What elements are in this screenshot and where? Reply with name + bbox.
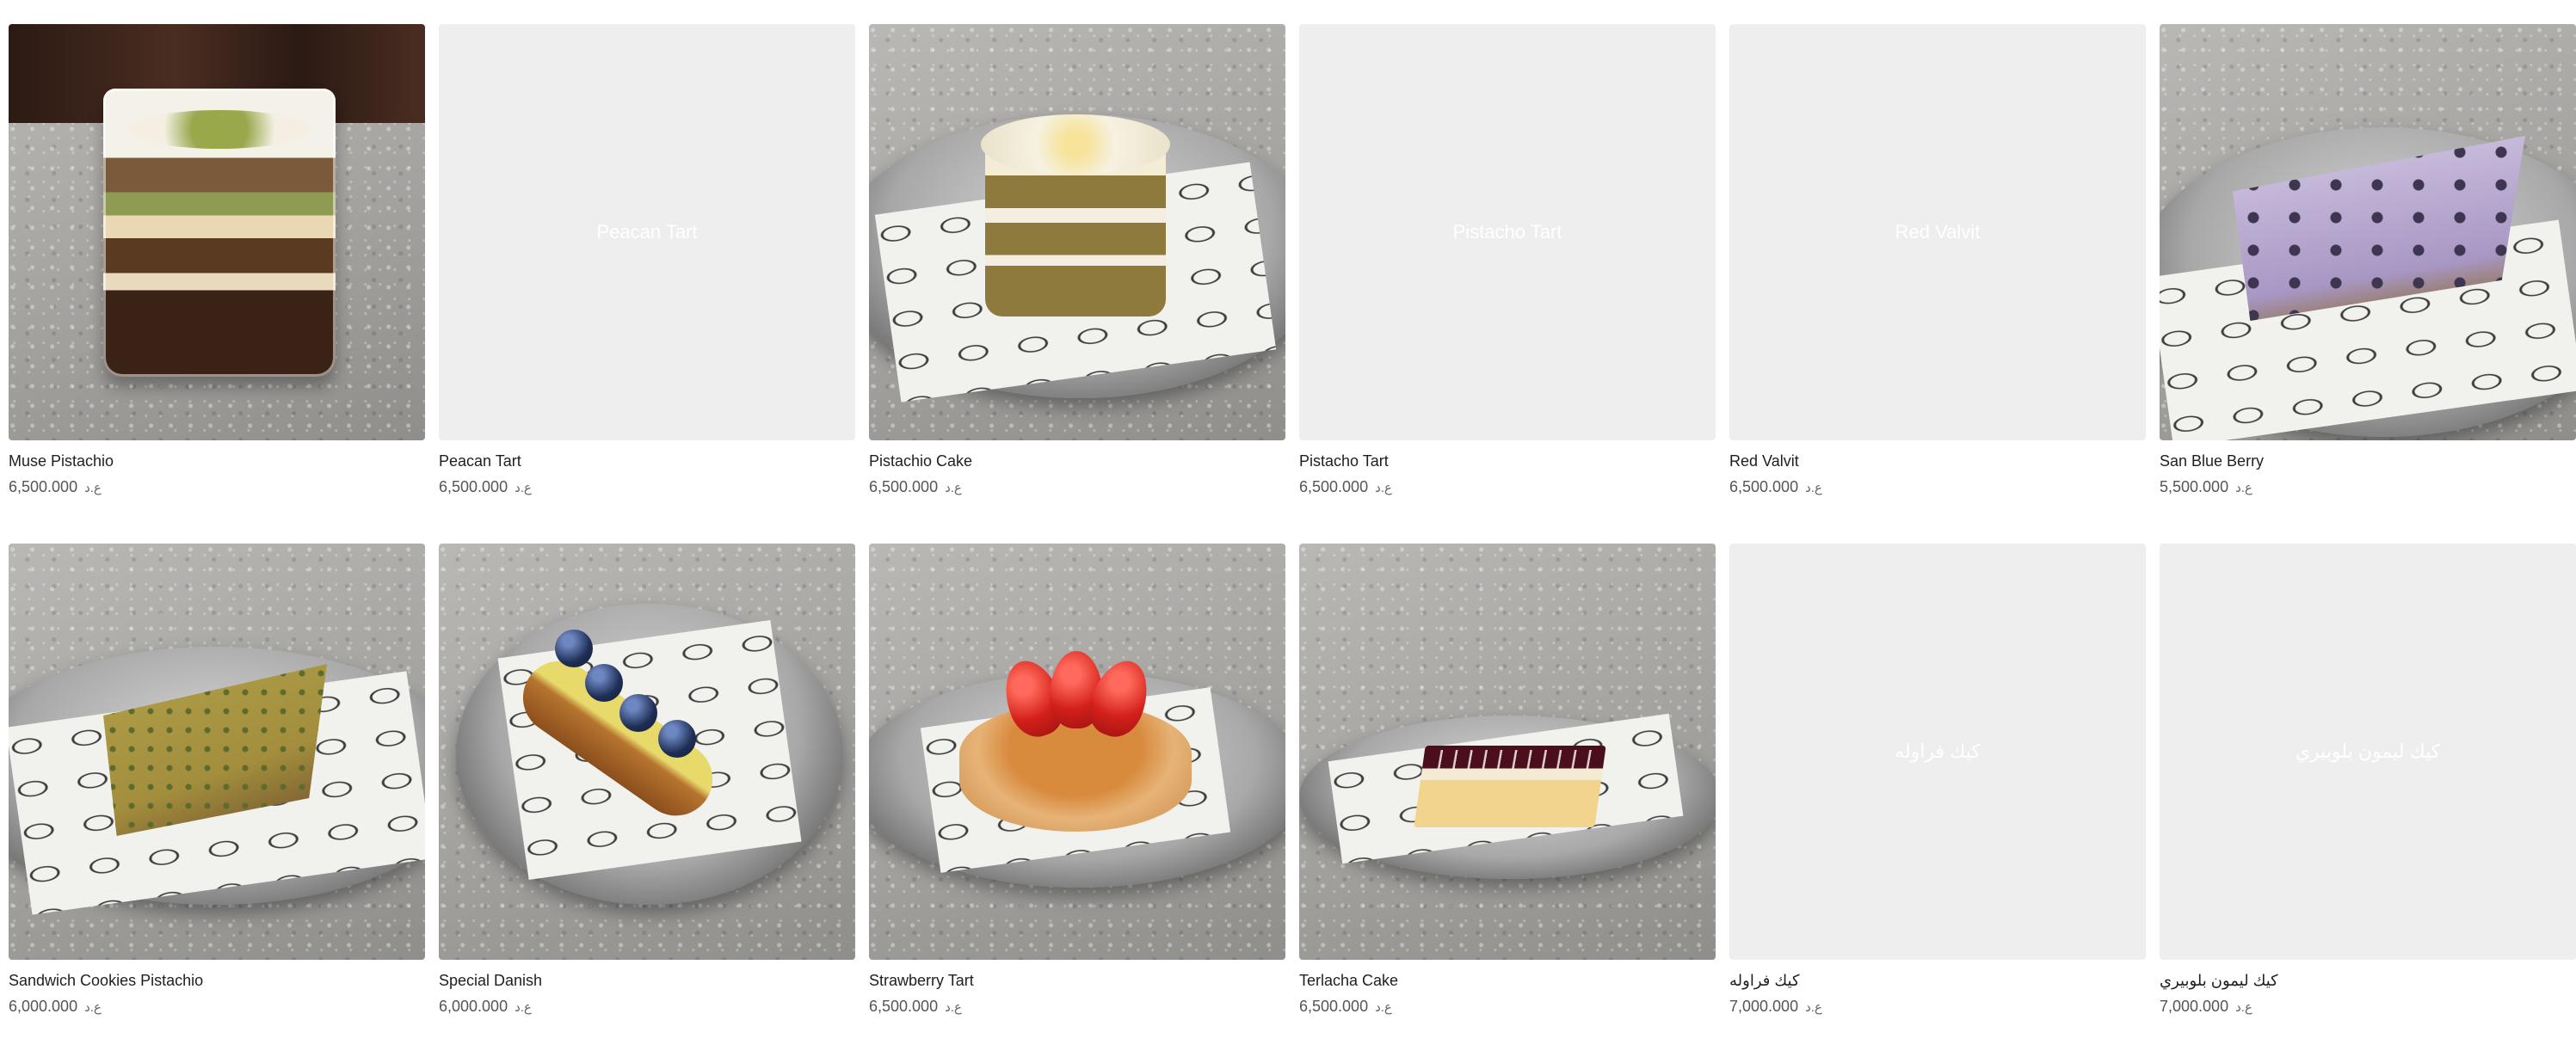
product-card-peacan-tart[interactable]: Peacan Tart Peacan Tart 6,500.000 ع.د <box>439 24 855 544</box>
product-card-lemon-blueberry-cake[interactable]: كيك ليمون بلوبيري كيك ليمون بلوبيري 7,00… <box>2160 544 2576 1063</box>
product-price: 6,500.000 ع.د <box>9 478 102 495</box>
product-name[interactable]: Peacan Tart <box>439 451 855 471</box>
product-name[interactable]: Special Danish <box>439 970 855 991</box>
currency-label: ع.د <box>515 1000 532 1015</box>
product-card-sandwich-cookies-pistachio[interactable]: Sandwich Cookies Pistachio 6,000.000 ع.د <box>9 544 425 1063</box>
placeholder-label: كيك فراوله <box>1895 740 1981 762</box>
product-price: 6,500.000 ع.د <box>1299 478 1392 495</box>
product-card-san-blue-berry[interactable]: San Blue Berry 5,500.000 ع.د <box>2160 24 2576 544</box>
product-price: 7,000.000 ع.د <box>1729 998 1822 1015</box>
product-name[interactable]: Sandwich Cookies Pistachio <box>9 970 425 991</box>
placeholder-label: Red Valvit <box>1895 221 1981 243</box>
product-price: 6,500.000 ع.د <box>439 478 532 495</box>
product-image[interactable] <box>9 24 425 440</box>
product-name[interactable]: Terlacha Cake <box>1299 970 1716 991</box>
product-card-terlacha-cake[interactable]: Terlacha Cake 6,500.000 ع.د <box>1299 544 1716 1063</box>
product-image[interactable] <box>2160 24 2576 440</box>
currency-label: ع.د <box>1805 481 1822 495</box>
product-image-placeholder[interactable]: كيك ليمون بلوبيري <box>2160 544 2576 960</box>
product-image[interactable] <box>9 544 425 960</box>
product-card-red-valvit[interactable]: Red Valvit Red Valvit 6,500.000 ع.د <box>1729 24 2146 544</box>
currency-label: ع.د <box>1805 1000 1822 1015</box>
product-price: 6,500.000 ع.د <box>869 998 962 1015</box>
product-image-placeholder[interactable]: Peacan Tart <box>439 24 855 440</box>
product-card-strawberry-tart[interactable]: Strawberry Tart 6,500.000 ع.د <box>869 544 1285 1063</box>
product-card-special-danish[interactable]: Special Danish 6,000.000 ع.د <box>439 544 855 1063</box>
currency-label: ع.د <box>945 481 962 495</box>
currency-label: ع.د <box>1375 481 1392 495</box>
product-price: 6,500.000 ع.د <box>869 478 962 495</box>
currency-label: ع.د <box>84 481 102 495</box>
product-image-placeholder[interactable]: Pistacho Tart <box>1299 24 1716 440</box>
product-price: 6,500.000 ع.د <box>1729 478 1822 495</box>
product-price: 6,000.000 ع.د <box>9 998 102 1015</box>
product-image[interactable] <box>439 544 855 960</box>
placeholder-label: Pistacho Tart <box>1452 221 1562 243</box>
placeholder-label: Peacan Tart <box>596 221 698 243</box>
product-card-strawberry-cake[interactable]: كيك فراوله كيك فراوله 7,000.000 ع.د <box>1729 544 2146 1063</box>
currency-label: ع.د <box>2235 1000 2252 1015</box>
product-name[interactable]: كيك فراوله <box>1729 970 2146 991</box>
product-price: 6,500.000 ع.د <box>1299 998 1392 1015</box>
placeholder-label: كيك ليمون بلوبيري <box>2295 740 2441 762</box>
product-card-muse-pistachio[interactable]: Muse Pistachio 6,500.000 ع.د <box>9 24 425 544</box>
product-name[interactable]: Pistacho Tart <box>1299 451 1716 471</box>
product-name[interactable]: Red Valvit <box>1729 451 2146 471</box>
currency-label: ع.د <box>2235 481 2252 495</box>
currency-label: ع.د <box>84 1000 102 1015</box>
product-image-placeholder[interactable]: Red Valvit <box>1729 24 2146 440</box>
product-name[interactable]: San Blue Berry <box>2160 451 2576 471</box>
product-grid: Muse Pistachio 6,500.000 ع.د Peacan Tart … <box>9 24 2576 1063</box>
product-price: 6,000.000 ع.د <box>439 998 532 1015</box>
product-name[interactable]: كيك ليمون بلوبيري <box>2160 970 2576 991</box>
product-name[interactable]: Strawberry Tart <box>869 970 1285 991</box>
product-image-placeholder[interactable]: كيك فراوله <box>1729 544 2146 960</box>
product-image[interactable] <box>1299 544 1716 960</box>
currency-label: ع.د <box>515 481 532 495</box>
product-name[interactable]: Muse Pistachio <box>9 451 425 471</box>
currency-label: ع.د <box>945 1000 962 1015</box>
currency-label: ع.د <box>1375 1000 1392 1015</box>
product-name[interactable]: Pistachio Cake <box>869 451 1285 471</box>
product-card-pistacho-tart[interactable]: Pistacho Tart Pistacho Tart 6,500.000 ع.د <box>1299 24 1716 544</box>
product-image[interactable] <box>869 544 1285 960</box>
product-image[interactable] <box>869 24 1285 440</box>
product-price: 7,000.000 ع.د <box>2160 998 2252 1015</box>
product-card-pistachio-cake[interactable]: Pistachio Cake 6,500.000 ع.د <box>869 24 1285 544</box>
product-price: 5,500.000 ع.د <box>2160 478 2252 495</box>
